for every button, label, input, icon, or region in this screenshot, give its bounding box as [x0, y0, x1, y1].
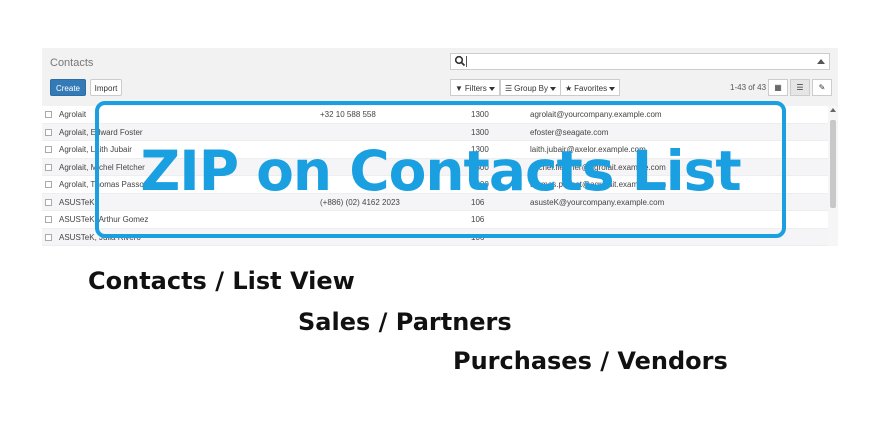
- breadcrumb[interactable]: Contacts: [50, 57, 93, 69]
- text-cursor: [466, 56, 467, 67]
- row-checkbox[interactable]: [45, 181, 52, 188]
- caret-down-icon: [609, 86, 616, 91]
- row-checkbox[interactable]: [45, 216, 52, 223]
- edit-icon: ✎: [818, 83, 826, 92]
- caret-down-icon: [549, 86, 556, 91]
- list-view-button[interactable]: ☰: [790, 79, 810, 96]
- group-by-button[interactable]: ☰ Group By: [500, 79, 561, 96]
- scroll-up-icon[interactable]: [830, 108, 836, 112]
- caption-contacts-list-view: Contacts / List View: [88, 267, 355, 295]
- import-button[interactable]: Import: [90, 79, 122, 96]
- scrollbar-thumb[interactable]: [830, 120, 836, 208]
- caption-sales-partners: Sales / Partners: [298, 308, 512, 336]
- star-icon: ★: [565, 84, 573, 93]
- filter-icon: ▼: [455, 84, 463, 93]
- form-view-button[interactable]: ✎: [812, 79, 832, 96]
- control-panel-top: Contacts: [42, 48, 838, 76]
- caret-down-icon: [488, 86, 495, 91]
- row-checkbox[interactable]: [45, 146, 52, 153]
- overlay-title: ZIP on Contacts List: [140, 139, 741, 203]
- kanban-view-button[interactable]: ▦: [768, 79, 788, 96]
- row-checkbox[interactable]: [45, 163, 52, 171]
- list-icon: ☰: [796, 83, 804, 92]
- row-checkbox[interactable]: [45, 198, 52, 206]
- favorites-button[interactable]: ★ Favorites: [560, 79, 621, 96]
- caption-purchases-vendors: Purchases / Vendors: [453, 347, 728, 375]
- group-by-icon: ☰: [505, 84, 513, 93]
- kanban-icon: ▦: [774, 83, 782, 92]
- control-panel-bottom: Create Import ▼ Filters ☰ Group By ★ Favori…: [42, 76, 838, 102]
- row-checkbox[interactable]: [45, 111, 52, 118]
- row-checkbox[interactable]: [45, 233, 52, 241]
- filters-button[interactable]: ▼ Filters: [450, 79, 500, 96]
- search-options-toggle-icon[interactable]: [817, 59, 825, 64]
- favorites-label: Favorites: [574, 84, 608, 93]
- search-input[interactable]: [450, 53, 830, 70]
- create-button[interactable]: Create: [50, 79, 86, 96]
- cell-name: ASUSTeK: [59, 197, 95, 207]
- search-icon: [454, 55, 466, 67]
- pager-value[interactable]: 1-43 of 43: [730, 83, 766, 92]
- group-by-label: Group By: [514, 84, 548, 93]
- cell-name: Agrolait: [59, 110, 87, 119]
- row-checkbox[interactable]: [45, 128, 52, 136]
- list-scrollbar[interactable]: [828, 106, 838, 246]
- filters-label: Filters: [464, 84, 487, 93]
